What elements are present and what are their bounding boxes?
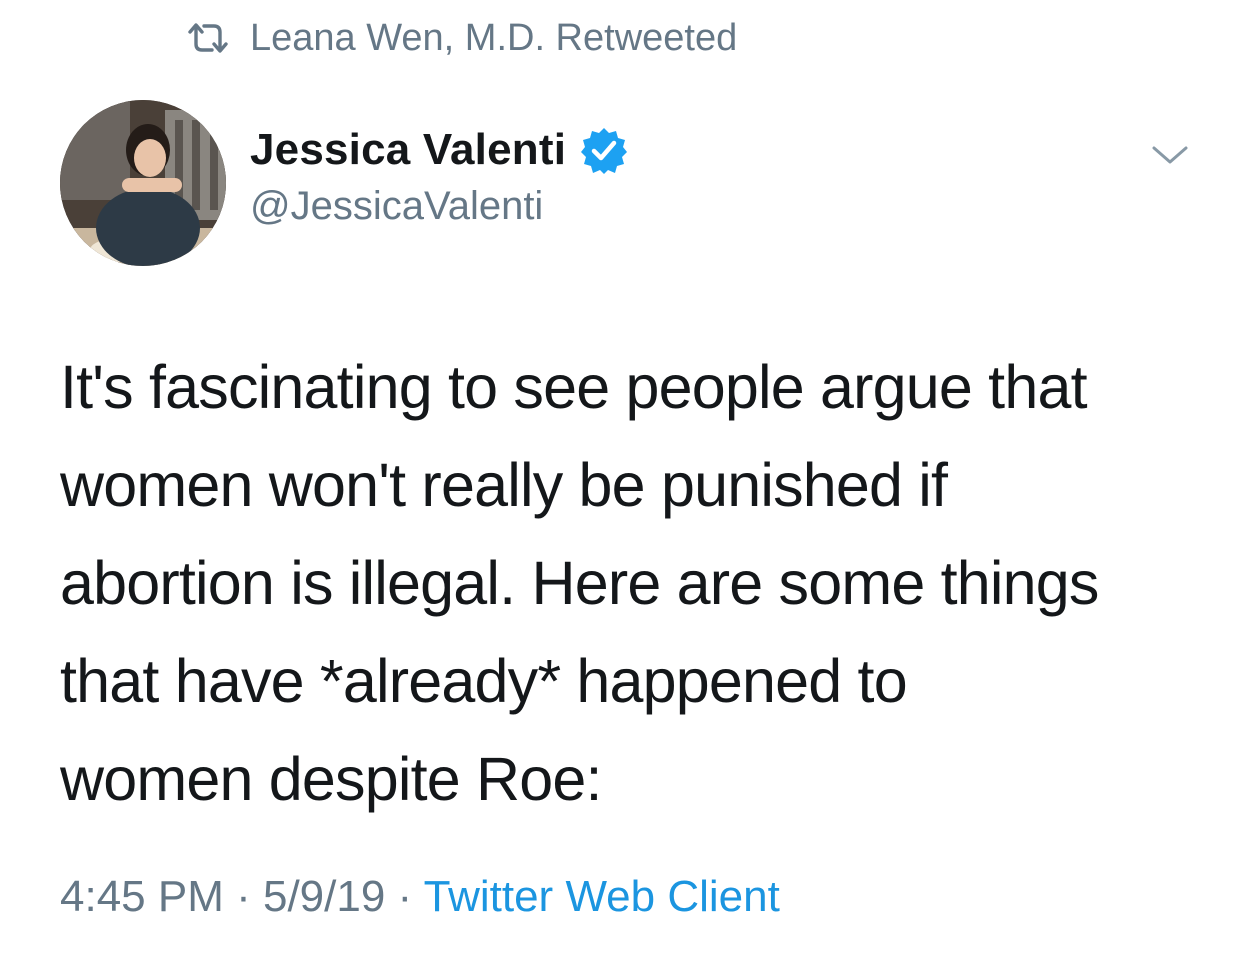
tweet-line: women despite Roe: [60, 745, 603, 813]
avatar[interactable] [60, 100, 226, 266]
author-name[interactable]: Jessica Valenti [250, 125, 566, 175]
meta-separator: · [223, 872, 263, 921]
author-row: Jessica Valenti [250, 122, 628, 178]
tweet-line: abortion is illegal. Here are some thing… [60, 549, 1099, 617]
chevron-down-icon[interactable] [1150, 140, 1190, 170]
retweet-icon [184, 18, 232, 58]
meta-separator: · [385, 872, 424, 921]
retweet-label[interactable]: Leana Wen, M.D. Retweeted [250, 17, 737, 60]
tweet-source-link[interactable]: Twitter Web Client [424, 872, 780, 921]
tweet-time[interactable]: 4:45 PM [60, 872, 224, 921]
tweet-line: women won't really be punished if [60, 451, 948, 519]
tweet-text: It's fascinating to see people argue tha… [60, 338, 1180, 828]
verified-badge-icon [580, 126, 628, 174]
tweet-date[interactable]: 5/9/19 [263, 872, 385, 921]
tweet-line: It's fascinating to see people argue tha… [60, 353, 1088, 421]
author-handle[interactable]: @JessicaValenti [250, 184, 543, 229]
tweet-meta: 4:45 PM · 5/9/19 · Twitter Web Client [60, 872, 780, 922]
tweet-line: that have *already* happened to [60, 647, 908, 715]
retweet-context: Leana Wen, M.D. Retweeted [184, 14, 737, 62]
